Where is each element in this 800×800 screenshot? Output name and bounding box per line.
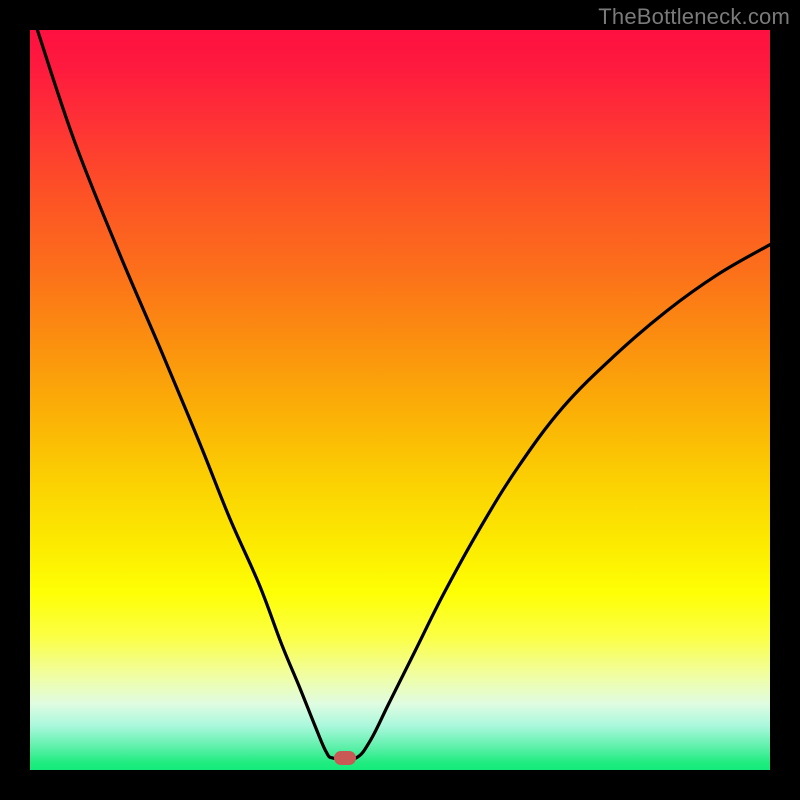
chart-frame: TheBottleneck.com [0,0,800,800]
plot-area [30,30,770,770]
optimal-marker [334,751,356,765]
watermark-text: TheBottleneck.com [598,4,790,30]
bottleneck-curve [30,30,770,770]
